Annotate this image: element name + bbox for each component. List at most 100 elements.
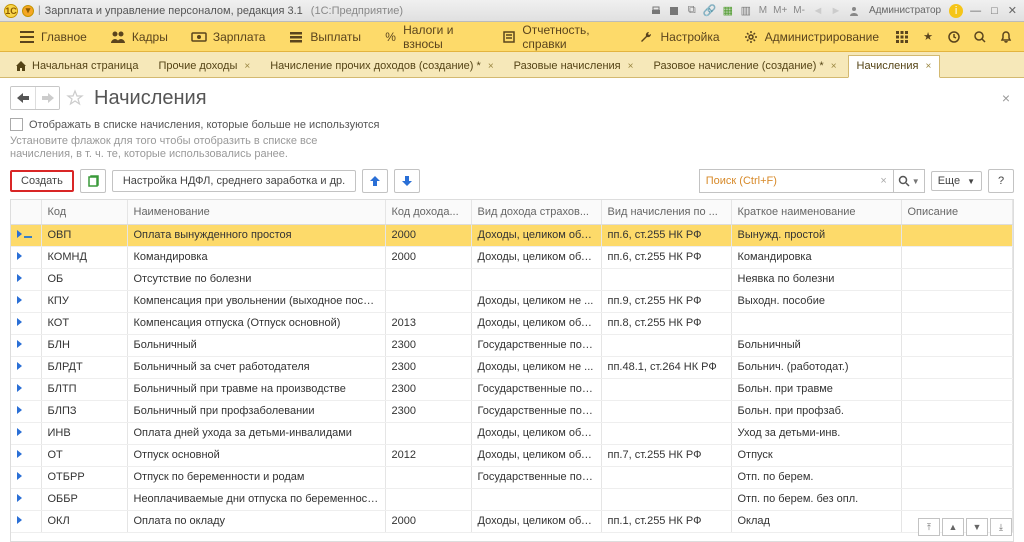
link-icon[interactable]: 🔗: [703, 4, 717, 18]
row-icon: [17, 252, 22, 260]
apps-icon[interactable]: [892, 27, 912, 47]
nav-arrows: [10, 86, 60, 110]
column-header[interactable]: Код: [41, 200, 127, 224]
row-icon: [17, 296, 22, 304]
dropdown-icon[interactable]: ▾: [22, 5, 34, 17]
maximize-button[interactable]: □: [988, 5, 1001, 17]
tab-close-icon[interactable]: ×: [923, 61, 931, 72]
mplus-button[interactable]: M+: [771, 5, 789, 16]
grid-up-button[interactable]: ▲: [942, 518, 964, 536]
column-header[interactable]: Краткое наименование: [731, 200, 901, 224]
column-header[interactable]: Вид начисления по ...: [601, 200, 731, 224]
menu-settings[interactable]: Настройка: [628, 22, 730, 52]
ndfl-button[interactable]: Настройка НДФЛ, среднего заработка и др.: [112, 170, 356, 192]
platform-label: (1С:Предприятие): [307, 5, 403, 17]
table-row[interactable]: БЛТПБольничный при травме на производств…: [11, 378, 1013, 400]
close-window-button[interactable]: ✕: [1005, 4, 1020, 17]
data-grid[interactable]: КодНаименованиеКод дохода...Вид дохода с…: [10, 199, 1014, 542]
table-row[interactable]: КПУКомпенсация при увольнении (выходное …: [11, 290, 1013, 312]
tab[interactable]: Начисление прочих доходов (создание) *×: [261, 55, 502, 77]
bell-icon[interactable]: [996, 27, 1016, 47]
column-header[interactable]: Наименование: [127, 200, 385, 224]
print-icon[interactable]: [649, 4, 663, 18]
help-button[interactable]: ?: [988, 169, 1014, 193]
move-down-button[interactable]: [394, 169, 420, 193]
mminus-button[interactable]: M-: [791, 5, 807, 16]
menu-hr[interactable]: Кадры: [100, 22, 179, 52]
tab[interactable]: Разовое начисление (создание) *×: [644, 55, 845, 77]
row-icon: [17, 230, 22, 238]
tab-close-icon[interactable]: ×: [829, 61, 837, 72]
tab-close-icon[interactable]: ×: [486, 61, 494, 72]
row-icon: [17, 406, 22, 414]
history-icon[interactable]: [944, 27, 964, 47]
filter-checkbox[interactable]: [10, 118, 23, 131]
minimize-button[interactable]: —: [967, 5, 984, 17]
clear-search-icon[interactable]: ×: [874, 175, 892, 187]
table-row[interactable]: ОВПОплата вынужденного простоя2000Доходы…: [11, 224, 1013, 246]
home-icon: [15, 60, 27, 72]
tab-close-icon[interactable]: ×: [242, 61, 250, 72]
m-button[interactable]: M: [757, 5, 769, 16]
search-short-icon[interactable]: [970, 27, 990, 47]
table-row[interactable]: БЛРДТБольничный за счет работодателя2300…: [11, 356, 1013, 378]
page-close-button[interactable]: ×: [998, 86, 1014, 110]
user-label[interactable]: Администратор: [865, 5, 945, 16]
grid-down-button[interactable]: ▼: [966, 518, 988, 536]
table-row[interactable]: ОТОтпуск основной2012Доходы, целиком обл…: [11, 444, 1013, 466]
create-button[interactable]: Создать: [10, 170, 74, 192]
column-header[interactable]: Описание: [901, 200, 1013, 224]
table-row[interactable]: ОБОтсутствие по болезниНеявка по болезни: [11, 268, 1013, 290]
titlebar: 1C ▾ | Зарплата и управление персоналом,…: [0, 0, 1024, 22]
save-icon[interactable]: [667, 4, 681, 18]
row-icon: [17, 472, 22, 480]
tab[interactable]: Разовые начисления ×: [505, 55, 643, 77]
copy-button[interactable]: [80, 169, 106, 193]
star-icon[interactable]: ★: [918, 27, 938, 47]
menu-salary[interactable]: Зарплата: [181, 22, 277, 52]
table-row[interactable]: ИНВОплата дней ухода за детьми-инвалидам…: [11, 422, 1013, 444]
menu-main[interactable]: Главное: [8, 22, 98, 52]
row-icon: [17, 494, 22, 502]
tab-close-icon[interactable]: ×: [626, 61, 634, 72]
info-icon[interactable]: i: [949, 4, 963, 18]
search-input[interactable]: [700, 175, 875, 187]
grid-top-button[interactable]: ⤒: [918, 518, 940, 536]
table-row[interactable]: ОТБРРОтпуск по беременности и родамГосуд…: [11, 466, 1013, 488]
row-icon: [17, 450, 22, 458]
column-header[interactable]: Код дохода...: [385, 200, 471, 224]
money-icon: [191, 29, 207, 45]
menu-reports[interactable]: Отчетность, справки: [492, 22, 626, 52]
table-row[interactable]: БЛПЗБольничный при профзаболевании2300Го…: [11, 400, 1013, 422]
tab-label: Начальная страница: [32, 60, 138, 72]
row-icon: [17, 340, 22, 348]
nav-back-button[interactable]: [11, 87, 35, 109]
menu-admin[interactable]: Администрирование: [733, 22, 890, 52]
tab[interactable]: Прочие доходы×: [149, 55, 259, 77]
fwd-disabled-icon: ►: [829, 4, 843, 18]
table-row[interactable]: КОМНДКомандировка2000Доходы, целиком обл…: [11, 246, 1013, 268]
search-dropdown-button[interactable]: ▼: [894, 169, 925, 193]
toolbar: Создать Настройка НДФЛ, среднего заработ…: [10, 167, 1014, 199]
tab-label: Разовые начисления: [514, 60, 621, 72]
favorite-icon[interactable]: [66, 89, 84, 107]
calendar-icon[interactable]: ▥: [739, 4, 753, 18]
tab[interactable]: Начисления×: [848, 55, 941, 78]
table-row[interactable]: ОББРНеоплачиваемые дни отпуска по береме…: [11, 488, 1013, 510]
memory-buttons: M M+ M-: [757, 5, 807, 16]
table-row[interactable]: ОКЛОплата по окладу2000Доходы, целиком о…: [11, 510, 1013, 532]
compare-icon[interactable]: ⧉: [685, 4, 699, 18]
column-header[interactable]: Вид дохода страхов...: [471, 200, 601, 224]
tab[interactable]: Начальная страница: [6, 55, 147, 77]
menu-payments[interactable]: Выплаты: [278, 22, 372, 52]
wrench-icon: [638, 29, 654, 45]
calc-icon[interactable]: ▦: [721, 4, 735, 18]
menu-taxes[interactable]: % Налоги и взносы: [374, 22, 490, 52]
row-icon: [17, 362, 22, 370]
table-row[interactable]: БЛНБольничный2300Государственные пос...Б…: [11, 334, 1013, 356]
move-up-button[interactable]: [362, 169, 388, 193]
table-row[interactable]: КОТКомпенсация отпуска (Отпуск основной)…: [11, 312, 1013, 334]
grid-bottom-button[interactable]: ⤓: [990, 518, 1012, 536]
nav-fwd-button[interactable]: [35, 87, 59, 109]
more-button[interactable]: Еще▼: [931, 171, 982, 191]
